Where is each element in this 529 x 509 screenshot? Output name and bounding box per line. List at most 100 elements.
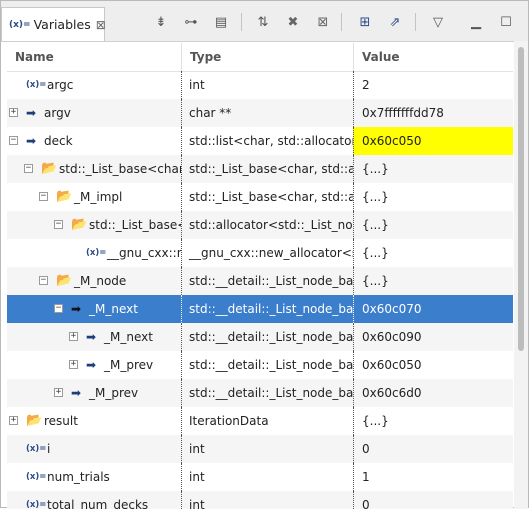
value-cell[interactable]: 0x60c6d0	[353, 379, 513, 407]
minimize-icon[interactable]: ▁	[467, 13, 485, 31]
column-header-name[interactable]: Name	[7, 43, 181, 71]
variable-name: _M_impl	[74, 190, 123, 204]
value-cell[interactable]: 0x7fffffffdd78	[353, 99, 513, 127]
variable-icon: (x)=	[26, 472, 47, 482]
collapse-icon[interactable]: −	[54, 304, 63, 313]
collapse-icon[interactable]: −	[54, 220, 63, 229]
variable-name: _M_prev	[89, 386, 139, 400]
value-cell[interactable]: 1	[353, 463, 513, 491]
table-row[interactable]: − 📂 _M_impl std::_List_base<char, std::allo…	[7, 183, 513, 211]
name-cell: (x)= i	[7, 435, 181, 463]
value-cell[interactable]: {...}	[353, 407, 513, 435]
type-cell: std::allocator<std::_List_node	[181, 211, 353, 239]
type-cell: IterationData	[181, 407, 353, 435]
type-cell: std::list<char, std::allocator<c	[181, 127, 353, 155]
folder-open-icon: 📂	[56, 189, 73, 204]
variables-view: (x)= Variables ⊠ ⇟ ⊶ ▤ ⇅ ✖ ⊠ ⊞ ⇗ ▽ ▁ ☐ Name Type V…	[0, 0, 529, 509]
value-cell[interactable]: {...}	[353, 155, 513, 183]
pointer-icon: ➡	[86, 358, 97, 372]
value-cell[interactable]: 0	[353, 435, 513, 463]
expand-icon[interactable]: +	[9, 416, 18, 425]
name-cell: + ➡ _M_prev	[7, 351, 181, 379]
show-type-names-icon[interactable]: ⊶	[182, 13, 200, 31]
table-row[interactable]: + ➡ _M_prev std::__detail::_List_node_bas 0x…	[7, 379, 513, 407]
type-cell: __gnu_cxx::new_allocator<st	[181, 239, 353, 267]
scrollbar-thumb[interactable]	[518, 47, 524, 351]
table-row[interactable]: (x)= __gnu_cxx::n __gnu_cxx::new_allocator…	[7, 239, 513, 267]
type-cell: std::__detail::_List_node_bas	[181, 379, 353, 407]
variable-name: total_num_decks	[47, 498, 149, 509]
name-cell: − 📂 _M_node	[7, 267, 181, 295]
name-cell: + ➡ _M_prev	[7, 379, 181, 407]
pointer-icon: ➡	[86, 330, 97, 344]
table-row[interactable]: − 📂 std::_List_base<char, std::_List_base<c…	[7, 155, 513, 183]
table-row[interactable]: + ➡ _M_next std::__detail::_List_node_bas 0x…	[7, 323, 513, 351]
variable-icon: (x)=	[86, 248, 107, 258]
close-icon[interactable]: ⊠	[96, 18, 106, 32]
table-row[interactable]: (x)= num_trials int 1	[7, 463, 513, 491]
value-cell[interactable]: 0x60c090	[353, 323, 513, 351]
variable-icon: (x)=	[26, 500, 47, 509]
value-cell[interactable]: {...}	[353, 211, 513, 239]
table-row[interactable]: − 📂 _M_node std::__detail::_List_node_bas {.…	[7, 267, 513, 295]
table-row[interactable]: (x)= i int 0	[7, 435, 513, 463]
new-expression-icon[interactable]: ⊞	[356, 13, 374, 31]
collapse-icon[interactable]: −	[24, 164, 33, 173]
view-menu-icon[interactable]: ▽	[429, 13, 447, 31]
name-cell: − 📂 std::_List_base<char,	[7, 155, 181, 183]
value-cell[interactable]: 0	[353, 491, 513, 509]
name-cell: + ➡ argv	[7, 99, 181, 127]
show-logical-structure-icon[interactable]: ▤	[212, 13, 230, 31]
value-cell[interactable]: {...}	[353, 239, 513, 267]
select-all-icon[interactable]: ⇅	[254, 13, 272, 31]
collapse-icon[interactable]: −	[39, 192, 48, 201]
collapse-icon[interactable]: −	[39, 276, 48, 285]
value-cell[interactable]: 2	[353, 71, 513, 99]
expand-icon[interactable]: +	[9, 108, 18, 117]
toolbar-separator	[341, 13, 342, 31]
value-cell[interactable]: 0x60c070	[353, 295, 513, 323]
table-row[interactable]: (x)= total_num_decks int 0	[7, 491, 513, 509]
variable-name: __gnu_cxx::n	[107, 246, 181, 260]
name-cell: (x)= argc	[7, 71, 181, 99]
variables-icon: (x)=	[9, 19, 31, 30]
remove-all-icon[interactable]: ⊠	[314, 13, 332, 31]
expand-icon[interactable]: +	[54, 388, 63, 397]
value-cell[interactable]: {...}	[353, 183, 513, 211]
column-header-type[interactable]: Type	[181, 43, 353, 71]
name-cell: (x)= __gnu_cxx::n	[7, 239, 181, 267]
export-icon[interactable]: ⇗	[386, 13, 404, 31]
variable-name: std::_List_base<	[89, 218, 181, 232]
table-row[interactable]: (x)= argc int 2	[7, 71, 513, 99]
maximize-icon[interactable]: ☐	[497, 13, 515, 31]
expand-icon[interactable]: +	[69, 332, 78, 341]
variable-icon: (x)=	[26, 444, 47, 454]
expand-icon[interactable]: +	[69, 360, 78, 369]
name-cell: − 📂 _M_impl	[7, 183, 181, 211]
name-cell: + ➡ _M_next	[7, 323, 181, 351]
collapse-all-icon[interactable]: ⇟	[152, 13, 170, 31]
remove-icon[interactable]: ✖	[284, 13, 302, 31]
table-row[interactable]: + ➡ argv char ** 0x7fffffffdd78	[7, 99, 513, 127]
column-header-value[interactable]: Value	[353, 43, 513, 71]
variable-icon: (x)=	[26, 80, 47, 90]
value-cell[interactable]: 0x60c050	[353, 127, 513, 155]
type-cell: std::__detail::_List_node_bas	[181, 267, 353, 295]
pointer-icon: ➡	[71, 302, 82, 316]
type-cell: std::__detail::_List_node_bas	[181, 351, 353, 379]
value-cell[interactable]: {...}	[353, 267, 513, 295]
variable-name: i	[47, 442, 51, 456]
variable-name: argv	[44, 106, 71, 120]
table-row[interactable]: − ➡ _M_next std::__detail::_List_node_bas 0x…	[7, 295, 513, 323]
table-row[interactable]: + 📂 result IterationData {...}	[7, 407, 513, 435]
type-cell: std::_List_base<char, std::allo	[181, 183, 353, 211]
table-row[interactable]: −➡ deck std::list<char, std::allocator<c0x…	[7, 127, 513, 155]
value-cell[interactable]: 0x60c050	[353, 351, 513, 379]
collapse-icon[interactable]: −	[9, 136, 18, 145]
table-row[interactable]: − 📂 std::_List_base< std::allocator<std::_L…	[7, 211, 513, 239]
tab-variables[interactable]: (x)= Variables ⊠	[1, 7, 106, 41]
pointer-icon: ➡	[26, 134, 37, 148]
table-row[interactable]: + ➡ _M_prev std::__detail::_List_node_bas 0x…	[7, 351, 513, 379]
variable-name: _M_prev	[104, 358, 154, 372]
folder-open-icon: 📂	[26, 413, 43, 428]
